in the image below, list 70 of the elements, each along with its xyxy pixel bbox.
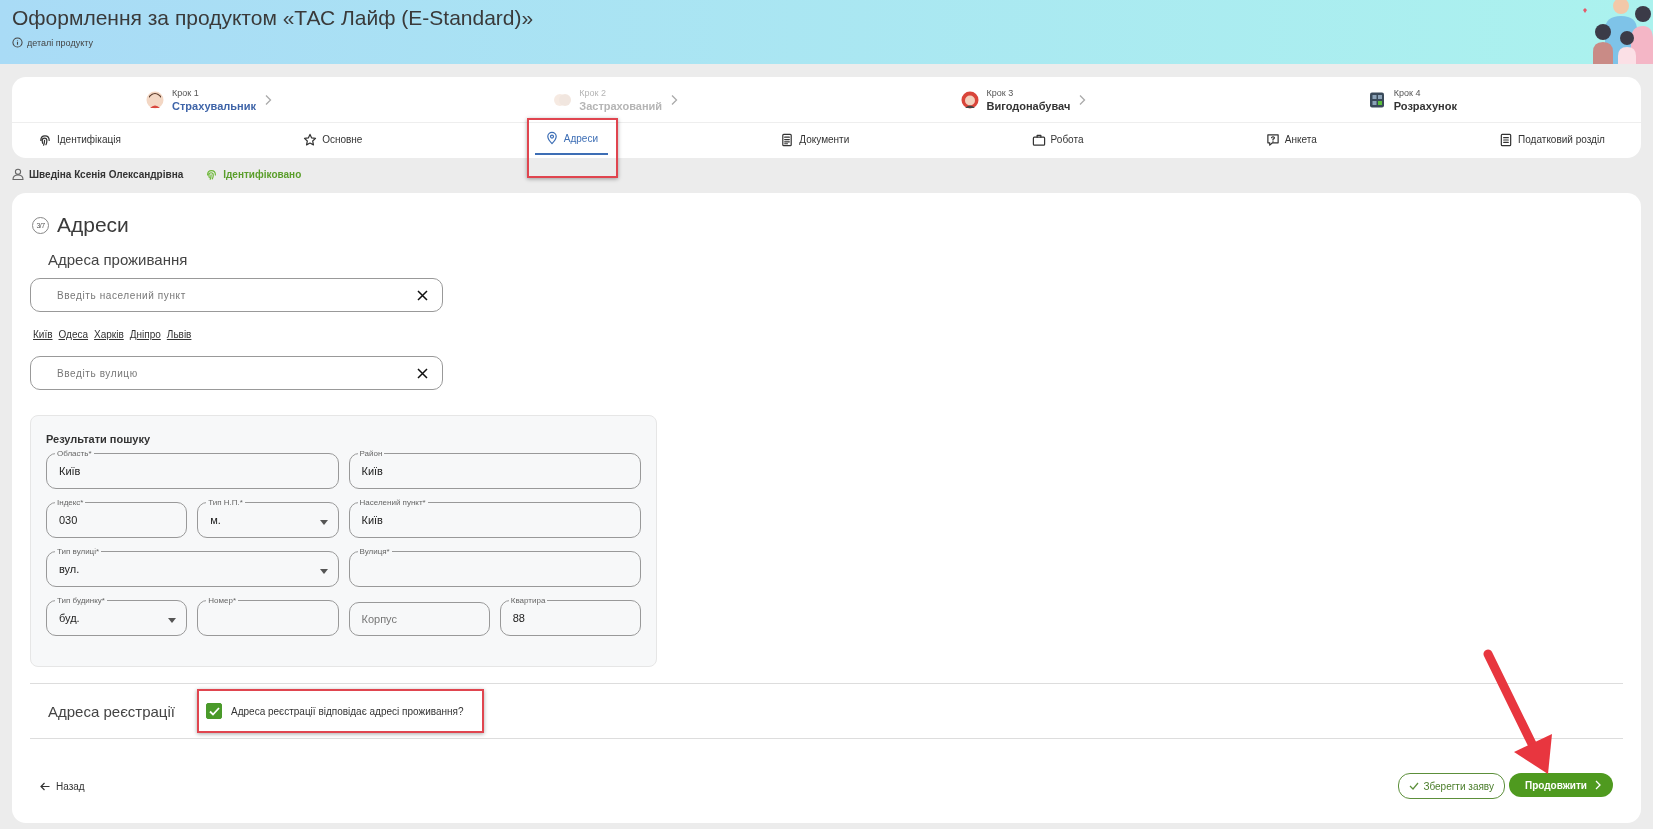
checkbox-label: Адреса реєстрації відповідає адресі проживання? [231,705,464,717]
street-search-field[interactable]: Введіть вулицю [30,356,443,390]
text-field[interactable]: Квартира 88 [499,596,641,636]
back-button[interactable]: Назад [40,780,85,792]
dropdown-field[interactable]: Тип вулиці* вул. [46,547,339,587]
close-icon [417,367,428,379]
client-name: Шведіна Ксенія Олександрівна [29,168,184,180]
text-field[interactable]: Область* Київ [46,449,339,489]
page-title: Оформлення за продуктом «ТАС Лайф (E-Standard)» [12,6,534,30]
chevron-right-icon [263,93,272,106]
text-field[interactable]: Корпус [348,602,490,636]
identification-status: Ідентифіковано [223,168,302,180]
caret-down-icon [168,617,177,623]
question-bubble-icon [1265,132,1280,147]
subsection-title: Адреса проживання [48,251,188,268]
step-label: Крок 2 [579,87,607,98]
person-icon [12,168,24,180]
city-link[interactable]: Харків [94,329,124,340]
tab[interactable]: Ідентифікація [28,123,131,158]
check-icon [1409,782,1420,790]
calculator-icon [1367,90,1386,109]
text-field[interactable]: Район Київ [348,449,641,489]
text-field[interactable]: Індекс* 030 [46,498,188,538]
star-icon [303,132,318,147]
avatar-icon [146,90,164,109]
fingerprint-icon [38,132,52,147]
caret-down-icon [319,568,328,574]
chevron-right-icon [670,93,679,106]
section-title: Адреси [57,213,129,237]
text-field[interactable]: Вулиця* [348,547,641,587]
tab[interactable]: Податковий розділ [1489,123,1615,158]
step-name[interactable]: Вигодонабувач [986,99,1071,112]
caret-down-icon [319,519,328,525]
step-label: Крок 4 [1393,87,1422,98]
panel-title: Результати пошуку [46,433,151,445]
list-document-icon [1499,132,1514,147]
continue-button[interactable]: Продовжити [1508,773,1613,797]
step-label: Крок 3 [986,87,1015,98]
step-label: Крок 1 [172,87,200,98]
arrow-left-icon [40,781,50,791]
text-field[interactable]: Номер* [197,596,339,636]
briefcase-icon [1031,132,1046,147]
text-field[interactable]: Населений пункт* Київ [348,498,641,538]
check-icon [208,706,220,716]
avatar-icon [960,90,979,109]
city-search-field[interactable]: Введіть населений пункт [30,278,443,312]
tab[interactable]: Робота [1021,123,1094,158]
close-icon [417,289,428,301]
info-icon [12,37,23,48]
city-link[interactable]: Дніпро [129,329,161,340]
document-icon [780,132,795,147]
checkbox[interactable] [206,703,222,719]
subsection-title: Адреса реєстрації [48,702,176,720]
details-link[interactable]: деталі продукту [27,37,93,48]
dropdown-field[interactable]: Тип будинку* буд. [46,596,188,636]
tab[interactable]: Основне [293,123,373,158]
tab[interactable]: Документи [770,123,860,158]
location-pin-icon [544,131,559,145]
chevron-right-icon [1078,93,1087,106]
tab[interactable]: Анкета [1255,123,1327,158]
city-link[interactable]: Львів [166,329,192,340]
step-name[interactable]: Розрахунок [1393,99,1457,112]
step-name[interactable]: Страхувальник [172,99,256,112]
fingerprint-icon [205,167,219,181]
city-link[interactable]: Одеса [58,329,89,340]
save-button[interactable]: Зберегти заяву [1398,773,1505,799]
city-link[interactable]: Київ [33,329,53,340]
chevron-right-icon [1595,780,1601,790]
tab[interactable]: Адреси [534,123,608,155]
dropdown-field[interactable]: Тип Н.П.* м. [197,498,339,538]
